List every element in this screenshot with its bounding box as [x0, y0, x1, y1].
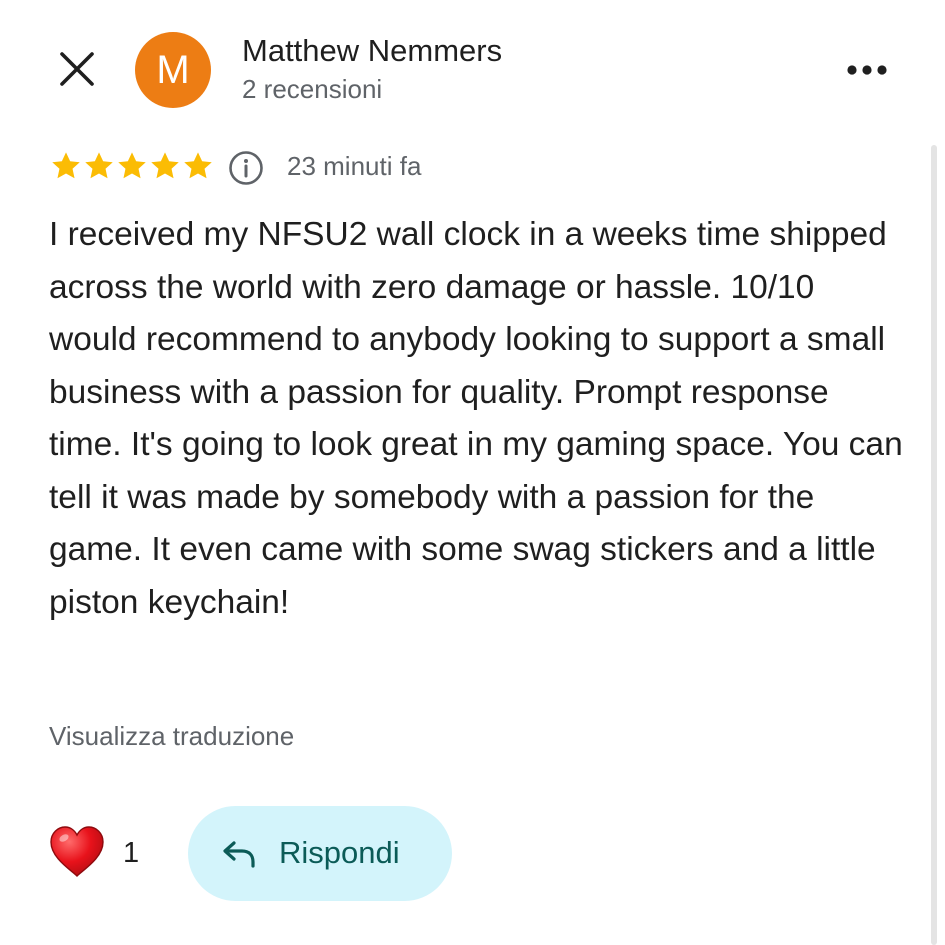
more-options-icon	[847, 65, 887, 75]
close-icon	[60, 52, 94, 86]
star-icon	[118, 152, 146, 179]
close-button[interactable]	[55, 50, 99, 90]
star-icon	[151, 152, 179, 179]
review-time: 23 minuti fa	[287, 151, 422, 181]
info-icon[interactable]	[228, 150, 264, 186]
author-review-count: 2 recensioni	[242, 74, 383, 104]
reply-arrow-icon	[223, 841, 255, 868]
scrollbar[interactable]	[931, 145, 937, 945]
more-options-button[interactable]	[842, 56, 892, 86]
review-panel: M Matthew Nemmers 2 recensioni 23 minuti…	[0, 0, 945, 945]
reply-button[interactable]: Rispondi	[188, 806, 452, 901]
author-name[interactable]: Matthew Nemmers	[242, 33, 502, 69]
avatar[interactable]: M	[135, 32, 211, 108]
star-icon	[85, 152, 113, 179]
view-translation-link[interactable]: Visualizza traduzione	[49, 721, 294, 752]
star-rating	[50, 150, 214, 184]
like-button[interactable]: 1	[48, 823, 158, 883]
reply-label: Rispondi	[279, 835, 400, 870]
like-count: 1	[123, 837, 140, 869]
heart-icon	[50, 826, 104, 877]
star-icon	[184, 152, 212, 179]
star-icon	[52, 152, 80, 179]
review-text: I received my NFSU2 wall clock in a week…	[49, 216, 903, 621]
